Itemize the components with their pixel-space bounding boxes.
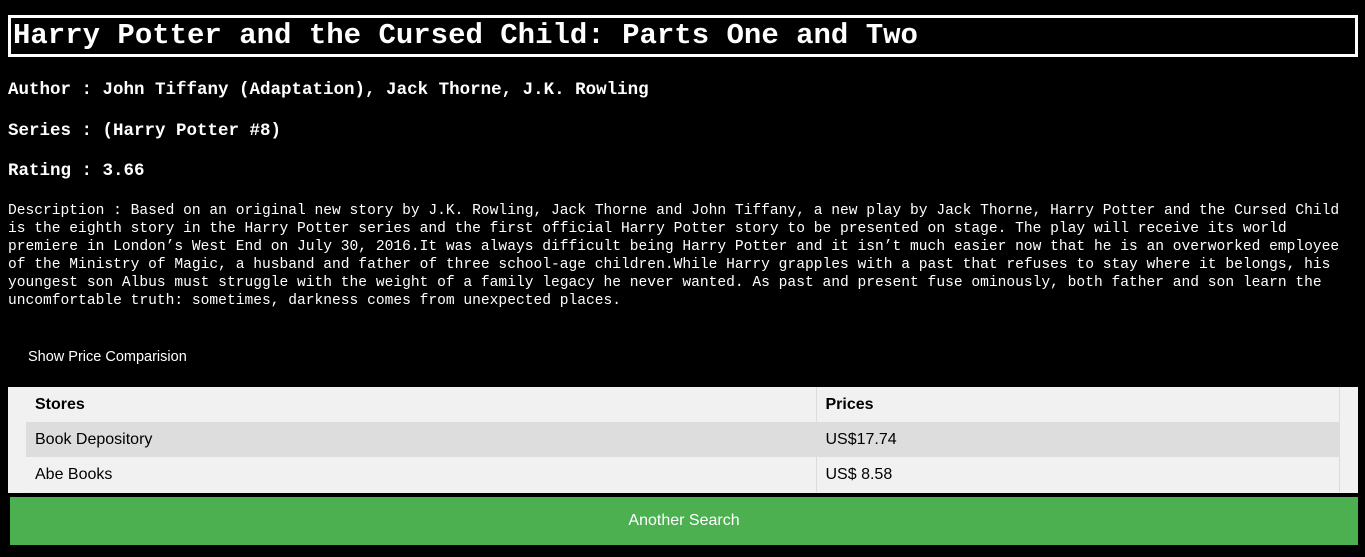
stores-column-header: Stores (26, 387, 817, 422)
price-cell: US$ 8.58 (816, 457, 1340, 492)
store-name-cell: Abe Books (26, 457, 817, 492)
table-row: Book Depository US$17.74 (26, 422, 1340, 457)
rating-line: Rating : 3.66 (8, 161, 145, 181)
book-title-box: Harry Potter and the Cursed Child: Parts… (8, 15, 1358, 57)
price-comparison-table: Stores Prices Book Depository US$17.74 A… (26, 387, 1340, 492)
another-search-button[interactable]: Another Search (10, 497, 1358, 545)
author-line: Author : John Tiffany (Adaptation), Jack… (8, 80, 649, 100)
show-price-comparison-button[interactable]: Show Price Comparision (18, 343, 197, 371)
book-title: Harry Potter and the Cursed Child: Parts… (13, 19, 918, 52)
store-name-cell: Book Depository (26, 422, 817, 457)
table-header-row: Stores Prices (26, 387, 1340, 422)
price-comparison-panel: Stores Prices Book Depository US$17.74 A… (8, 387, 1358, 493)
price-cell: US$17.74 (816, 422, 1340, 457)
table-row: Abe Books US$ 8.58 (26, 457, 1340, 492)
prices-column-header: Prices (816, 387, 1340, 422)
series-line: Series : (Harry Potter #8) (8, 121, 282, 141)
book-description: Description : Based on an original new s… (8, 203, 1340, 309)
